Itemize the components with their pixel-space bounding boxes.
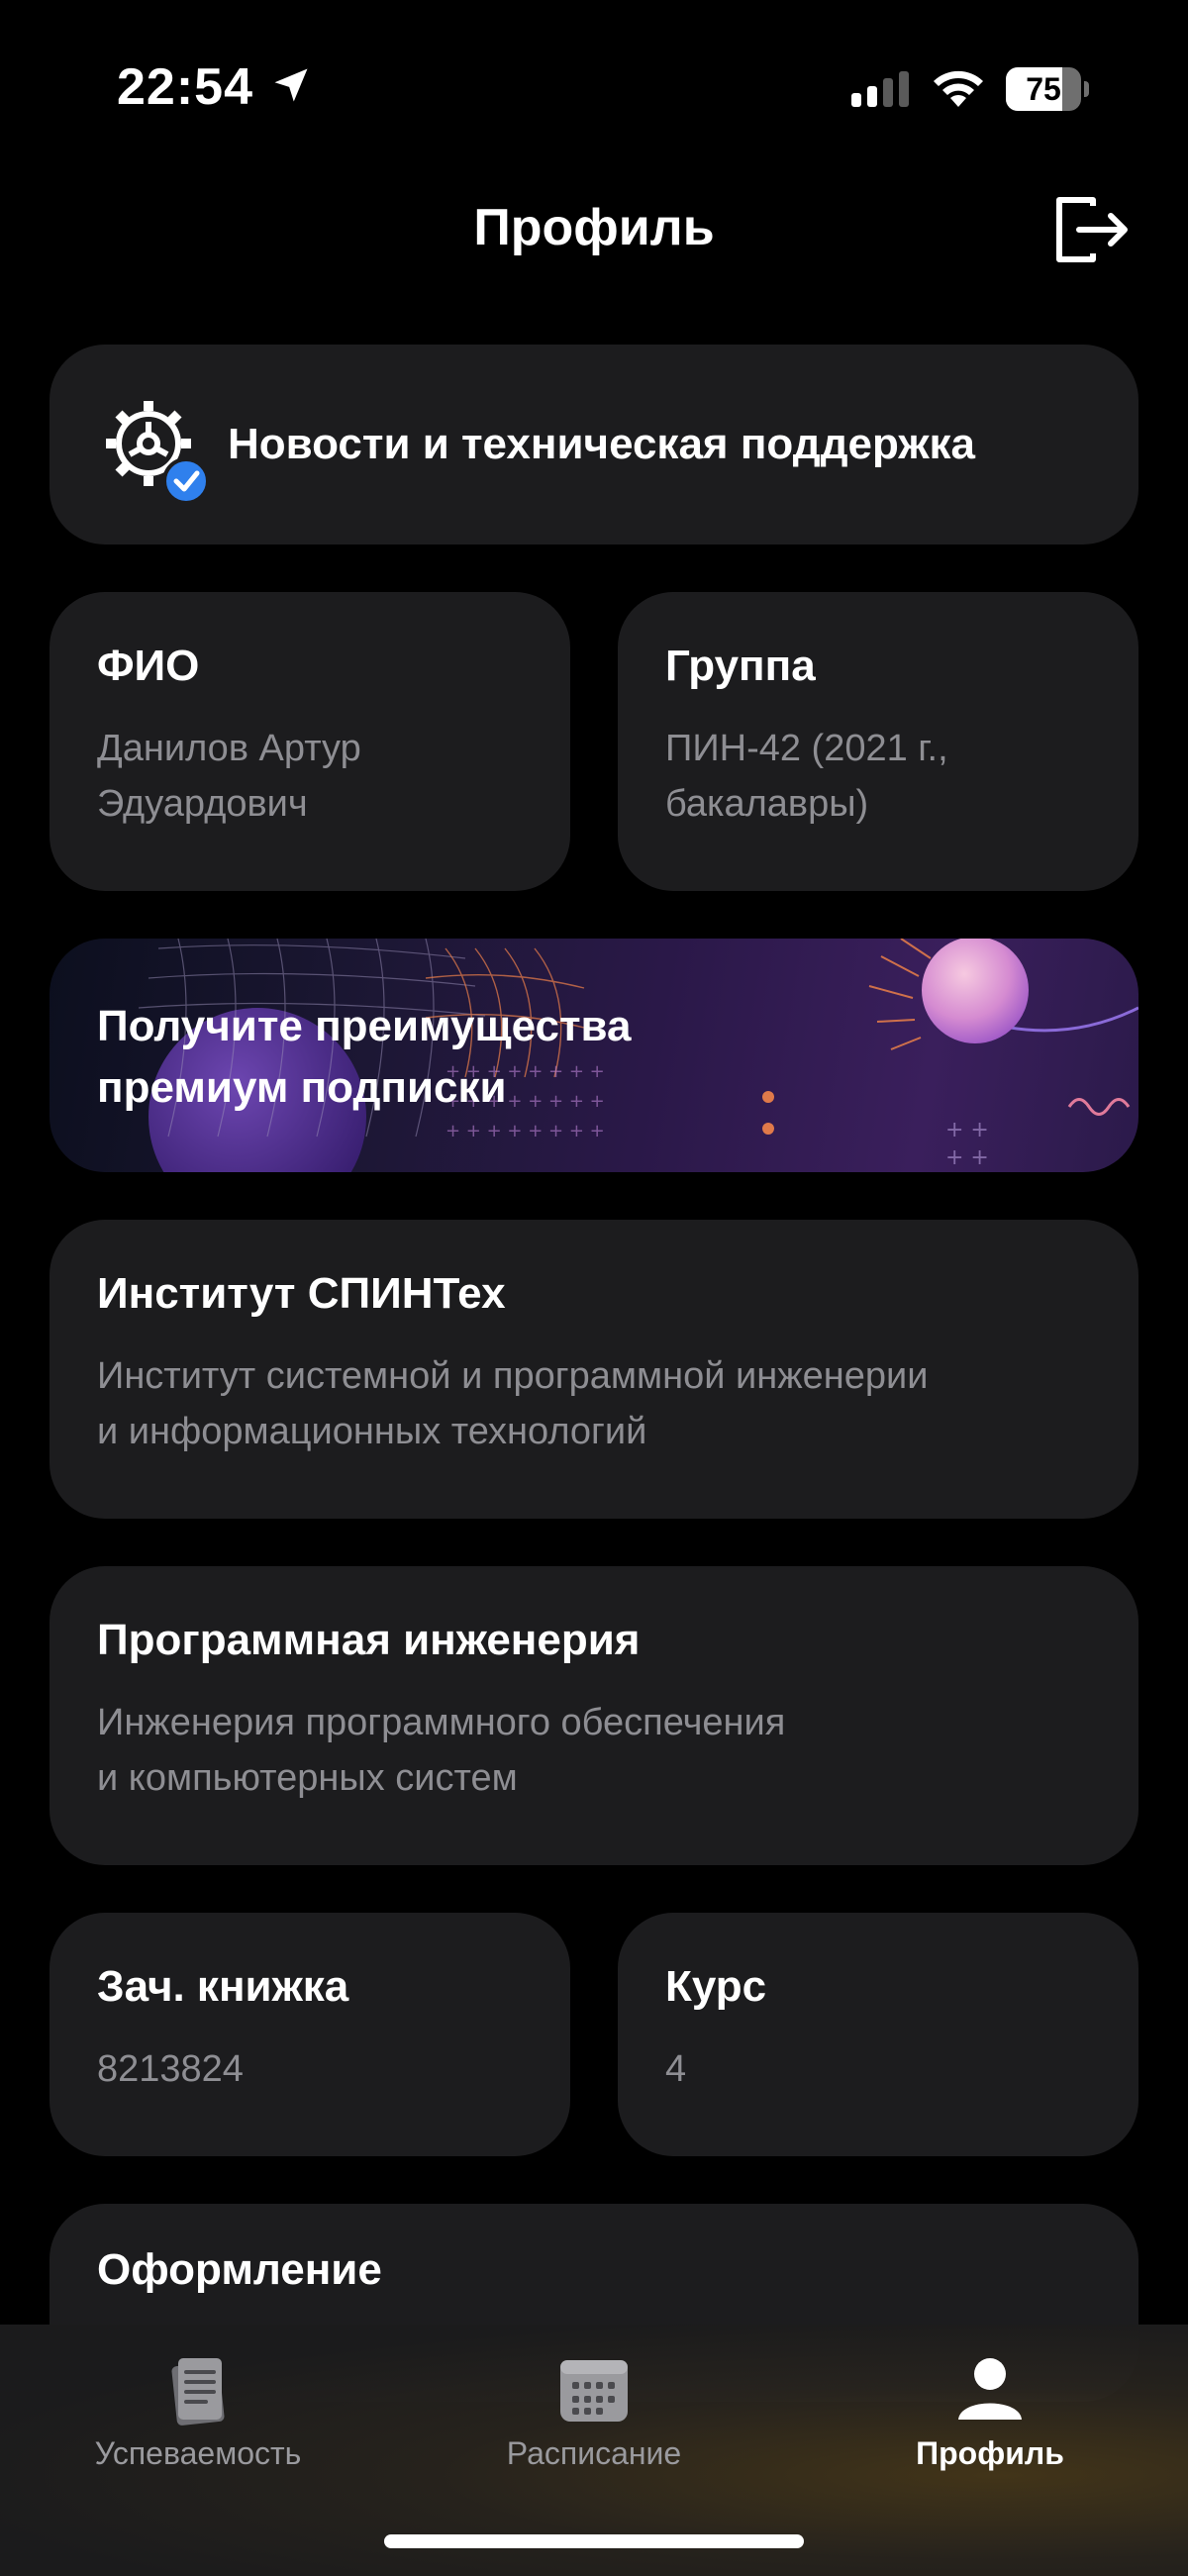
course-card: Курс 4: [618, 1913, 1138, 2156]
group-value: ПИН-42 (2021 г., бакалавры): [665, 728, 948, 825]
institute-card: Институт СПИНТех Институт системной и пр…: [50, 1220, 1138, 1519]
course-value: 4: [665, 2048, 687, 2090]
tab-schedule-label: Расписание: [506, 2435, 682, 2471]
status-time: 22:54: [117, 58, 253, 116]
program-title: Программная инженерия: [97, 1616, 641, 1664]
program-value: Инженерия программного обеспечения и комп…: [97, 1702, 786, 1799]
record-book-title: Зач. книжка: [97, 1962, 349, 2011]
tab-gradebook[interactable]: Успеваемость: [0, 2325, 396, 2523]
battery-level-text: 75: [1026, 71, 1061, 107]
premium-banner[interactable]: + + + + + + + + + + + + + + + + + + + + + …: [50, 939, 1138, 1172]
battery-indicator: 75: [1006, 67, 1089, 111]
program-card: Программная инженерия Инженерия программ…: [50, 1566, 1138, 1865]
home-indicator: [384, 2534, 804, 2548]
status-bar: 22:54 75: [0, 0, 1188, 168]
cellular-signal-icon: [851, 71, 909, 107]
logout-icon[interactable]: [1053, 192, 1133, 267]
wifi-icon: [934, 70, 983, 107]
svg-text:+ +: + +: [945, 1145, 989, 1170]
svg-text:+ +: + +: [945, 1118, 989, 1142]
news-support-button[interactable]: Новости и техническая поддержка: [50, 345, 1138, 545]
location-arrow-icon: [274, 68, 308, 102]
fio-card: ФИО Данилов Артур Эдуардович: [50, 592, 570, 891]
page-title: Профиль: [473, 199, 715, 256]
calendar-icon: [560, 2360, 628, 2422]
tab-profile[interactable]: Профиль: [792, 2325, 1188, 2523]
institute-value: Институт системной и программной инженер…: [97, 1355, 929, 1452]
premium-banner-label: Получите преимущества премиум подписки: [97, 1002, 632, 1112]
tab-profile-label: Профиль: [916, 2435, 1064, 2471]
tab-schedule[interactable]: Расписание: [396, 2325, 792, 2523]
institute-title: Институт СПИНТех: [97, 1269, 506, 1318]
gradebook-icon: [171, 2358, 225, 2426]
appearance-title: Оформление: [97, 2245, 382, 2294]
record-book-card: Зач. книжка 8213824: [50, 1913, 570, 2156]
group-card: Группа ПИН-42 (2021 г., бакалавры): [618, 592, 1138, 891]
fio-value: Данилов Артур Эдуардович: [97, 728, 361, 825]
course-title: Курс: [665, 1962, 767, 2011]
news-support-label: Новости и техническая поддержка: [228, 420, 976, 468]
tab-gradebook-label: Успеваемость: [94, 2435, 302, 2471]
svg-text:+ + + + + + + +: + + + + + + + +: [446, 1121, 605, 1141]
fio-title: ФИО: [97, 642, 200, 690]
group-title: Группа: [665, 642, 816, 690]
record-book-value: 8213824: [97, 2048, 244, 2090]
gear-check-icon: [106, 401, 210, 505]
profile-icon: [958, 2358, 1022, 2420]
